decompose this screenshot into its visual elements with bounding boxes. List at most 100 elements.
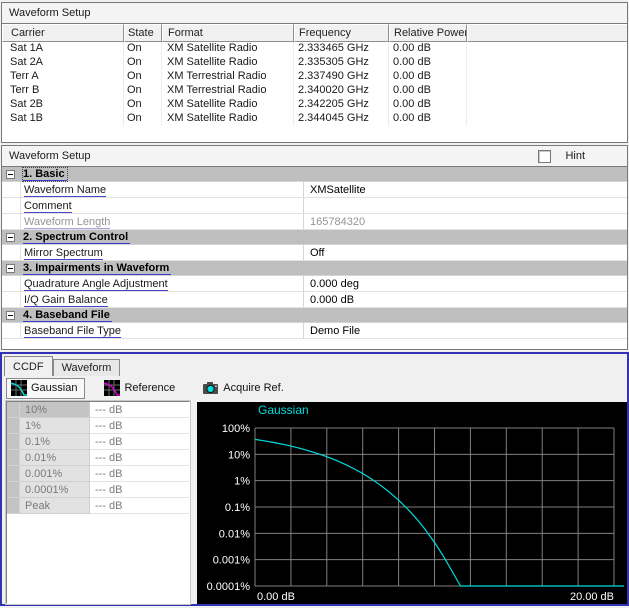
stats-percent-label: 1% <box>20 418 90 434</box>
stats-value: --- dB <box>90 434 189 450</box>
filler-cell <box>467 84 627 98</box>
ccdf-stats-table: 10%--- dB1%--- dB0.1%--- dB0.01%--- dB0.… <box>6 401 190 604</box>
stats-percent-label: 0.1% <box>20 434 90 450</box>
property-link[interactable]: Comment <box>24 200 72 213</box>
format-cell: XM Terrestrial Radio <box>162 70 294 84</box>
collapse-expander-icon[interactable] <box>6 170 15 179</box>
property-name-cell[interactable]: Baseband File Type <box>21 323 304 338</box>
table-row[interactable]: Sat 2AOnXM Satellite Radio2.335305 GHz0.… <box>2 56 627 70</box>
filler-cell <box>467 42 627 56</box>
stats-row: 10%--- dB <box>7 402 189 418</box>
state-cell: On <box>124 70 162 84</box>
stats-value: --- dB <box>90 498 189 514</box>
property-name-cell[interactable]: Waveform Length <box>21 214 304 229</box>
row-gutter <box>2 198 21 213</box>
column-header-frequency[interactable]: Frequency <box>294 24 389 42</box>
frequency-cell: 2.337490 GHz <box>294 70 389 84</box>
stats-row: 0.0001%--- dB <box>7 482 189 498</box>
property-link[interactable]: Mirror Spectrum <box>24 247 103 260</box>
property-value[interactable]: 0.000 dB <box>304 292 627 307</box>
carrier-cell: Sat 2B <box>2 98 124 112</box>
stats-value: --- dB <box>90 450 189 466</box>
y-tick-label: 0.1% <box>225 502 250 514</box>
column-header-carrier[interactable]: Carrier <box>2 24 124 42</box>
property-value: 165784320 <box>304 214 627 229</box>
property-link[interactable]: Waveform Name <box>24 184 106 197</box>
column-header-state[interactable]: State <box>124 24 162 42</box>
section-header[interactable]: 2. Spectrum Control <box>2 230 627 245</box>
section-label: 4. Baseband File <box>23 309 112 322</box>
frequency-cell: 2.340020 GHz <box>294 84 389 98</box>
column-header-relative-power[interactable]: Relative Power <box>389 24 467 42</box>
carrier-table-panel: Waveform Setup CarrierStateFormatFrequen… <box>1 2 628 143</box>
hint-checkbox-label[interactable]: Hint <box>565 150 585 162</box>
row-gutter <box>2 182 21 197</box>
table-row[interactable]: Terr BOnXM Terrestrial Radio2.340020 GHz… <box>2 84 627 98</box>
state-cell: On <box>124 56 162 70</box>
series-legend-label: Gaussian <box>258 403 309 417</box>
property-name-cell[interactable]: Mirror Spectrum <box>21 245 304 260</box>
stats-percent-label: 0.0001% <box>20 482 90 498</box>
frequency-cell: 2.335305 GHz <box>294 56 389 70</box>
carrier-cell: Sat 2A <box>2 56 124 70</box>
row-selector-cell <box>7 450 20 466</box>
stats-value: --- dB <box>90 466 189 482</box>
section-header[interactable]: 1. Basic <box>2 167 627 182</box>
property-row: Quadrature Angle Adjustment 0.000 deg <box>2 276 627 292</box>
x-axis-max-label: 20.00 dB <box>570 591 614 603</box>
table-row[interactable]: Sat 1AOnXM Satellite Radio2.333465 GHz0.… <box>2 42 627 56</box>
table-row[interactable]: Sat 2BOnXM Satellite Radio2.342205 GHz0.… <box>2 98 627 112</box>
property-link[interactable]: Baseband File Type <box>24 325 121 338</box>
property-row: I/Q Gain Balance 0.000 dB <box>2 292 627 308</box>
tab-waveform[interactable]: Waveform <box>53 359 121 376</box>
y-tick-label: 0.01% <box>219 528 250 540</box>
property-value[interactable]: Off <box>304 245 627 260</box>
row-gutter <box>2 323 21 338</box>
property-row: Baseband File Type Demo File <box>2 323 627 339</box>
collapse-expander-icon[interactable] <box>6 233 15 242</box>
carrier-table-header-row: CarrierStateFormatFrequencyRelative Powe… <box>2 24 627 42</box>
gaussian-button[interactable]: Gaussian <box>6 378 85 399</box>
property-link: Waveform Length <box>24 216 110 229</box>
carrier-table-body: Sat 1AOnXM Satellite Radio2.333465 GHz0.… <box>2 42 627 126</box>
property-name-cell[interactable]: I/Q Gain Balance <box>21 292 304 307</box>
setup-property-grid: 1. Basic Waveform Name XMSatellite Comment W… <box>2 167 627 339</box>
gaussian-ccdf-icon <box>11 380 27 396</box>
collapse-expander-icon[interactable] <box>6 311 15 320</box>
property-link[interactable]: Quadrature Angle Adjustment <box>24 278 168 291</box>
property-value[interactable]: Demo File <box>304 323 627 338</box>
property-value[interactable]: 0.000 deg <box>304 276 627 291</box>
x-axis-min-label: 0.00 dB <box>257 591 295 603</box>
carrier-panel-header: Waveform Setup <box>2 3 627 24</box>
column-header-filler <box>467 24 627 42</box>
collapse-expander-icon[interactable] <box>6 264 15 273</box>
section-header[interactable]: 4. Baseband File <box>2 308 627 323</box>
property-value[interactable] <box>304 198 627 213</box>
frequency-cell: 2.342205 GHz <box>294 98 389 112</box>
filler-cell <box>467 56 627 70</box>
acquire-ref-button[interactable]: Acquire Ref. <box>197 378 292 399</box>
toolbar-button-label: Reference <box>124 382 175 394</box>
setup-panel-header: Waveform Setup Hint <box>2 146 627 167</box>
property-name-cell[interactable]: Waveform Name <box>21 182 304 197</box>
section-header[interactable]: 3. Impairments in Waveform <box>2 261 627 276</box>
property-link[interactable]: I/Q Gain Balance <box>24 294 108 307</box>
property-value[interactable]: XMSatellite <box>304 182 627 197</box>
property-name-cell[interactable]: Quadrature Angle Adjustment <box>21 276 304 291</box>
stats-row: 0.1%--- dB <box>7 434 189 450</box>
tab-ccdf[interactable]: CCDF <box>4 356 53 376</box>
y-tick-label: 1% <box>234 476 250 488</box>
column-header-format[interactable]: Format <box>162 24 294 42</box>
row-gutter <box>2 292 21 307</box>
stats-percent-label: Peak <box>20 498 90 514</box>
format-cell: XM Satellite Radio <box>162 42 294 56</box>
power-cell: 0.00 dB <box>389 56 467 70</box>
table-row[interactable]: Terr AOnXM Terrestrial Radio2.337490 GHz… <box>2 70 627 84</box>
property-row: Comment <box>2 198 627 214</box>
row-selector-cell <box>7 482 20 498</box>
hint-checkbox[interactable] <box>538 150 551 163</box>
property-row: Mirror Spectrum Off <box>2 245 627 261</box>
table-row[interactable]: Sat 1BOnXM Satellite Radio2.344045 GHz0.… <box>2 112 627 126</box>
reference-button[interactable]: Reference <box>99 378 183 399</box>
property-name-cell[interactable]: Comment <box>21 198 304 213</box>
